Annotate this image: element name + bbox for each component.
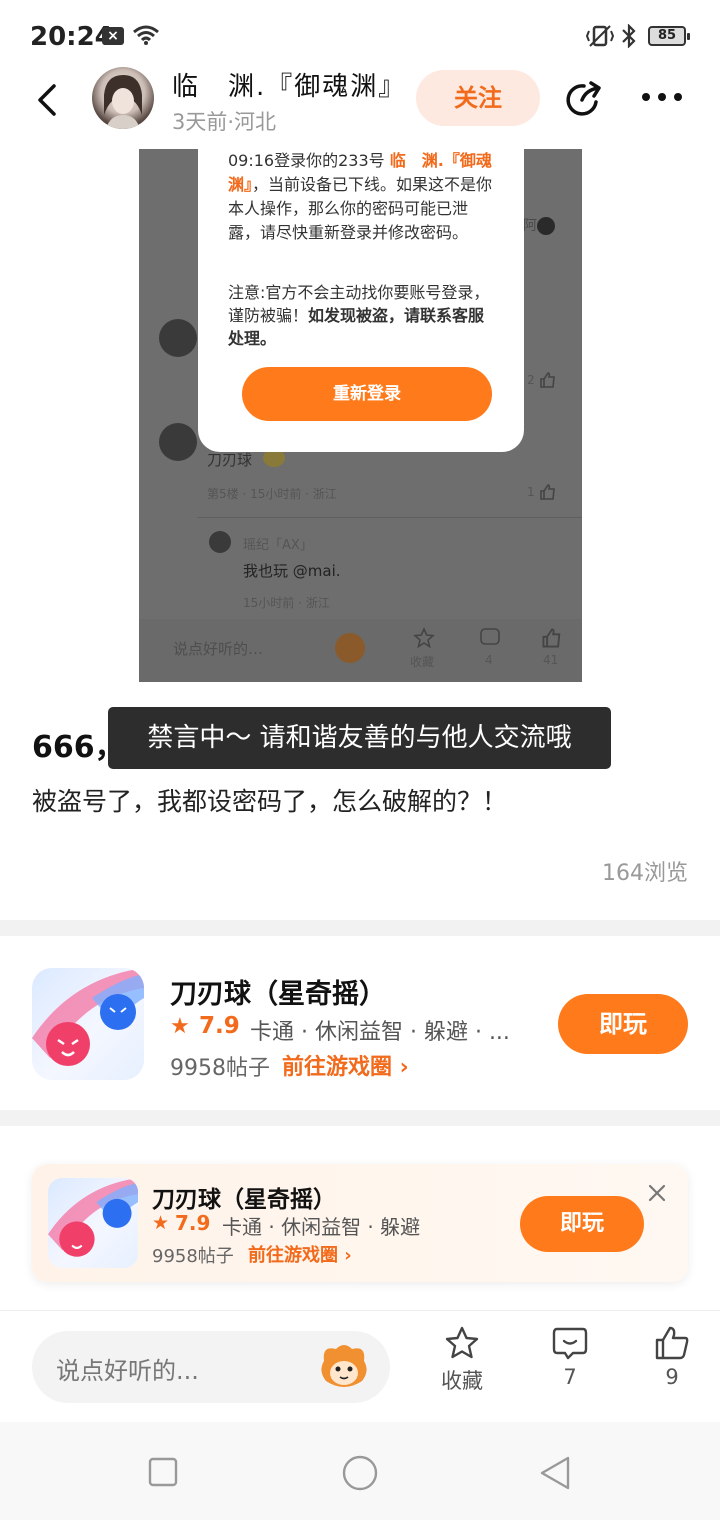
relogin-button[interactable]: 重新登录 [242,367,492,421]
bg-mascot [335,633,365,663]
game-rating: 7.9 [199,1013,240,1039]
post-header: 临 渊.『御魂渊』 3天前·河北 关注 [0,60,720,140]
bg-comment-icon [480,628,500,645]
section-divider [0,920,720,936]
wifi-icon [133,25,159,45]
view-count: 164浏览 [602,861,688,886]
floating-post-count: 9958帖子 [152,1246,234,1267]
collect-button[interactable]: 收藏 [422,1325,502,1395]
bg-like-icon [540,372,555,388]
bg-like-total: 41 [543,653,559,667]
comment-button[interactable]: 7 [530,1325,610,1389]
floating-game-icon [48,1178,138,1268]
bg-thumb-icon [542,628,561,648]
share-icon[interactable] [562,78,606,122]
floating-game-card[interactable]: 刀刃球（星奇摇） ★ 7.9 卡通 · 休闲益智 · 躲避 9958帖子 前往游… [32,1164,688,1282]
bg-sub-avatar [209,531,231,553]
bg-like-count-2: 1 [527,485,535,499]
author-name[interactable]: 临 渊.『御魂渊』 [172,66,406,103]
collect-label: 收藏 [441,1369,483,1393]
bg-partial-text: 阿 [523,218,537,234]
bg-like-count: 2 [527,373,535,387]
post-image[interactable]: 阿 2 刀刃球 第5楼 · 15小时前 · 浙江 1 瑶纪「AX」 我也玩 @m… [139,149,582,682]
dialog-message: 09:16登录你的233号 临 渊.『御魂渊』，当前设备已下线。如果这不是你本人… [228,151,493,242]
battery-icon: 85 [648,26,690,46]
bg-input-placeholder: 说点好听的… [173,640,264,658]
section-divider-2 [0,1110,720,1126]
game-name[interactable]: 刀刃球（星奇摇） [170,972,386,1011]
play-button[interactable]: 即玩 [558,994,688,1054]
game-post-count: 9958帖子 [170,1056,270,1081]
system-nav-bar [0,1422,720,1520]
star-outline-icon [445,1326,479,1359]
login-expired-dialog: 09:16登录你的233号 临 渊.『御魂渊』，当前设备已下线。如果这不是你本人… [198,149,524,452]
bg-comment-avatar-2 [159,423,197,461]
home-icon[interactable] [341,1454,379,1492]
floating-star-icon: ★ [152,1212,170,1234]
vibrate-icon [585,25,615,47]
game-tags: 卡通 · 休闲益智 · 躲避 · ... [250,1020,510,1045]
comment-count: 7 [563,1365,577,1389]
like-count: 9 [665,1365,679,1389]
author-avatar[interactable] [92,67,154,129]
game-circle-link[interactable]: 前往游戏圈 › [282,1049,409,1081]
bg-sub-time: 15小时前 · 浙江 [243,596,330,610]
more-options-icon[interactable] [640,90,684,104]
comment-input[interactable]: 说点好听的... [32,1331,390,1403]
bg-comment-count: 4 [485,653,493,667]
like-button[interactable]: 9 [632,1325,712,1389]
back-arrow-icon[interactable] [30,80,66,120]
notification-icon: × [102,27,124,45]
muted-toast: 禁言中～ 请和谐友善的与他人交流哦 [108,707,611,769]
game-icon[interactable] [32,968,144,1080]
floating-game-name: 刀刃球（星奇摇） [152,1187,336,1213]
back-nav-icon[interactable] [538,1455,572,1491]
bg-sub-user: 瑶纪「AX」 [243,538,313,553]
floating-circle-link[interactable]: 前往游戏圈 › [248,1241,352,1267]
thumbs-up-icon [655,1326,689,1360]
bg-star-icon [413,627,435,649]
follow-button[interactable]: 关注 [416,70,540,126]
star-icon: ★ [170,1014,190,1039]
bg-like-icon-2 [540,484,555,500]
bluetooth-icon [622,24,636,48]
floating-play-button[interactable]: 即玩 [520,1196,644,1252]
mascot-emoji-icon[interactable] [316,1341,372,1393]
post-time-location: 3天前·河北 [172,110,277,134]
post-body: 被盗号了，我都设密码了，怎么破解的？！ [32,787,508,816]
bg-floor-meta: 第5楼 · 15小时前 · 浙江 [207,487,337,501]
bg-mini-avatar [537,217,555,235]
close-icon[interactable] [646,1182,668,1204]
status-time: 20:24 [30,22,113,52]
bg-reply-text: 刀刃球 [207,451,253,469]
dialog-note: 注意:官方不会主动找你要账号登录，谨防被骗！如发现被盗，请联系客服处理。 [228,283,490,348]
bottom-action-bar: 说点好听的... 收藏 7 9 [0,1310,720,1422]
bg-comment-avatar [159,319,197,357]
recent-apps-icon[interactable] [148,1457,178,1487]
bg-collect-label: 收藏 [410,655,435,669]
comment-placeholder: 说点好听的... [56,1357,199,1385]
bg-sub-reply: 我也玩 @mai. [243,562,341,580]
floating-game-tags: 卡通 · 休闲益智 · 躲避 [222,1215,421,1239]
bg-divider [197,517,582,518]
comment-icon [552,1327,588,1360]
floating-game-rating: 7.9 [175,1211,211,1235]
